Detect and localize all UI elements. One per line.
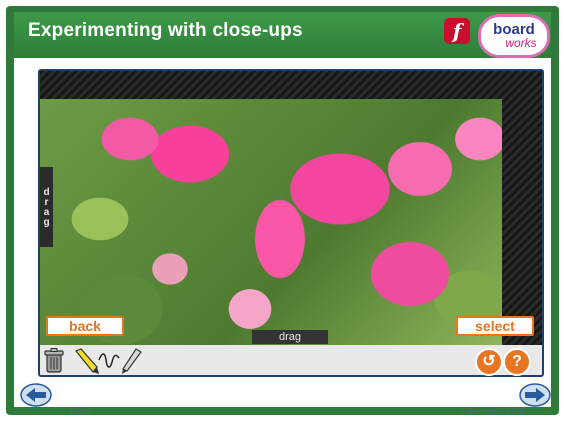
slide-number: 15 of 17 bbox=[70, 409, 92, 415]
pencil-icon[interactable] bbox=[72, 347, 100, 375]
back-button[interactable]: back bbox=[46, 316, 124, 336]
drag-handle-horizontal[interactable]: drag bbox=[252, 330, 328, 344]
boardworks-logo: board works bbox=[478, 14, 550, 58]
previous-slide-arrow-icon[interactable] bbox=[20, 383, 52, 407]
help-button[interactable]: ? bbox=[503, 348, 531, 376]
flash-icon: f bbox=[444, 18, 470, 44]
photo-stage bbox=[40, 71, 542, 345]
page-title: Experimenting with close-ups bbox=[28, 20, 303, 41]
pen-icon[interactable] bbox=[120, 347, 144, 375]
drag-handle-vertical[interactable]: drag bbox=[40, 167, 53, 247]
logo-text-works: works bbox=[505, 36, 537, 50]
flower-photo[interactable] bbox=[40, 99, 502, 345]
select-button[interactable]: select bbox=[456, 316, 534, 336]
reset-button[interactable]: ↺ bbox=[475, 348, 503, 376]
logo-text-board: board bbox=[493, 21, 535, 38]
squiggle-icon[interactable] bbox=[98, 350, 120, 372]
trash-icon[interactable] bbox=[43, 348, 65, 374]
copyright-text: © Boardworks Ltd 2009 bbox=[462, 409, 525, 415]
next-slide-arrow-icon[interactable] bbox=[519, 383, 551, 407]
